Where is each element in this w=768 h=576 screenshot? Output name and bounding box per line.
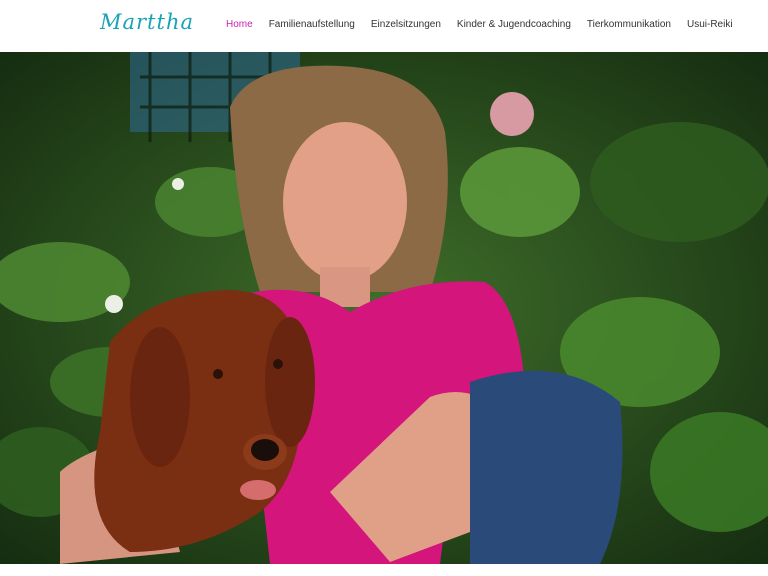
- jeans: [470, 370, 623, 564]
- hero-photo-illustration: [0, 52, 768, 564]
- nav-item-familienaufstellung[interactable]: Familienaufstellung: [269, 19, 355, 30]
- main-nav: Home Familienaufstellung Einzelsitzungen…: [226, 19, 733, 30]
- nav-item-home[interactable]: Home: [226, 19, 253, 30]
- white-flower: [105, 295, 123, 313]
- site-logo[interactable]: Marttha: [100, 10, 194, 34]
- white-flower-small: [172, 178, 184, 190]
- dog-ear: [130, 327, 190, 467]
- dog-nose: [251, 439, 279, 461]
- nav-item-kinder-jugendcoaching[interactable]: Kinder & Jugendcoaching: [457, 19, 571, 30]
- site-header: Marttha Home Familienaufstellung Einzels…: [0, 0, 768, 52]
- nav-item-usui-reiki[interactable]: Usui-Reiki: [687, 19, 733, 30]
- dog-tongue: [240, 480, 276, 500]
- dog-eye-left: [213, 369, 223, 379]
- dog-eye-right: [273, 359, 283, 369]
- dog-ear-right: [265, 317, 315, 447]
- bottom-white-strip: [0, 564, 768, 576]
- nav-item-einzelsitzungen[interactable]: Einzelsitzungen: [371, 19, 441, 30]
- hero-image: [0, 52, 768, 564]
- pink-rose: [490, 92, 534, 136]
- face: [283, 122, 407, 282]
- nav-item-tierkommunikation[interactable]: Tierkommunikation: [587, 19, 671, 30]
